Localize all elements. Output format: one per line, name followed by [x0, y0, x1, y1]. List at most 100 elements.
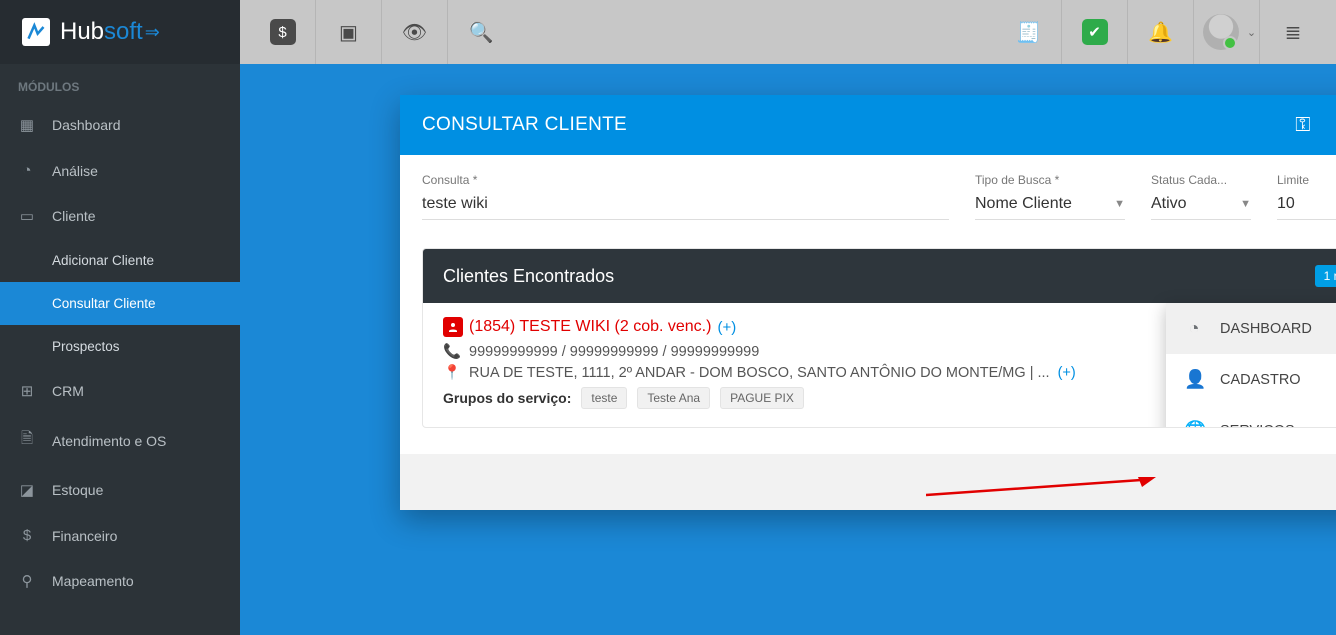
fullscreen-button[interactable]: ⛶	[1325, 114, 1336, 137]
brand-name-a: Hub	[60, 18, 104, 46]
results-header-label: Clientes Encontrados	[443, 266, 614, 287]
sidebar-item-mapeamento[interactable]: ⚲ Mapeamento	[0, 558, 240, 604]
clipboard-icon: 🗎	[18, 428, 36, 453]
context-menu-servicos[interactable]: 🌐 SERVIÇOS	[1166, 405, 1336, 428]
sidebar-subitem-prospectos[interactable]: Prospectos	[0, 325, 240, 368]
person-icon	[443, 317, 463, 337]
chevron-down-icon: ▼	[1240, 198, 1251, 210]
pdf-icon: 🧾	[1016, 20, 1041, 45]
main-area: $ ▣ 👁 🔍 🧾 ✔ 🔔 ⌄	[240, 0, 1336, 635]
person-icon: 👤	[1184, 369, 1204, 390]
sidebar-item-label: CRM	[52, 383, 84, 399]
card-icon: ▭	[18, 207, 36, 225]
sidebar-item-label: Atendimento e OS	[52, 433, 166, 449]
group-chip[interactable]: PAGUE PIX	[720, 387, 804, 409]
sidebar-item-estoque[interactable]: ◪ Estoque	[0, 467, 240, 513]
sidebar-item-label: Análise	[52, 163, 98, 179]
sidebar-item-label: Dashboard	[52, 117, 121, 133]
sidebar-item-atendimento[interactable]: 🗎 Atendimento e OS	[0, 414, 240, 467]
context-menu-label: DASHBOARD	[1220, 321, 1312, 337]
topbar-search-button[interactable]: 🔍	[448, 0, 514, 64]
pie-icon: ◔	[18, 162, 36, 179]
sidebar: Hubsoft⇒ MÓDULOS ▦ Dashboard ◔ Análise ▭…	[0, 0, 240, 635]
status-label: Status Cada...	[1151, 173, 1251, 187]
sidebar-item-label: Financeiro	[52, 528, 117, 544]
dialog-header: CONSULTAR CLIENTE ⚿ ⛶ ✕	[400, 95, 1336, 155]
topbar-terminal-button[interactable]: ▣	[316, 0, 382, 64]
sidebar-subitem-label: Adicionar Cliente	[52, 253, 154, 268]
map-icon: ⚲	[18, 572, 36, 590]
context-menu-label: CADASTRO	[1220, 372, 1301, 388]
result-address-plus[interactable]: (+)	[1058, 365, 1076, 381]
tipo-busca-label: Tipo de Busca *	[975, 173, 1125, 187]
check-icon: ✔	[1082, 19, 1108, 45]
context-menu-cadastro[interactable]: 👤 CADASTRO	[1166, 354, 1336, 405]
avatar-icon	[1203, 14, 1239, 50]
sidebar-item-label: Cliente	[52, 208, 96, 224]
topbar-avatar-button[interactable]: ⌄	[1194, 0, 1260, 64]
group-chip[interactable]: teste	[581, 387, 627, 409]
context-menu-label: SERVIÇOS	[1220, 423, 1295, 429]
results-header: Clientes Encontrados 1 resultado	[423, 249, 1336, 303]
context-menu-dashboard[interactable]: ◔ DASHBOARD	[1166, 303, 1336, 354]
sidebar-section-label: MÓDULOS	[0, 64, 240, 102]
search-icon: 🔍	[469, 20, 494, 45]
brand-name-b: soft	[104, 18, 143, 46]
sidebar-item-label: Estoque	[52, 482, 103, 498]
logo-icon	[22, 18, 50, 46]
limite-field[interactable]: Limite 10▼	[1277, 173, 1336, 220]
crm-icon: ⊞	[18, 382, 36, 400]
sidebar-item-analise[interactable]: ◔ Análise	[0, 148, 240, 193]
topbar-eye-button[interactable]: 👁	[382, 0, 448, 64]
bell-icon: 🔔	[1148, 20, 1173, 45]
tipo-busca-field[interactable]: Tipo de Busca * Nome Cliente▼	[975, 173, 1125, 220]
groups-label: Grupos do serviço:	[443, 390, 571, 406]
chevron-down-icon: ▼	[1114, 198, 1125, 210]
grid-icon: ▦	[18, 116, 36, 134]
sidebar-subitem-label: Prospectos	[52, 339, 120, 354]
result-address: RUA DE TESTE, 1111, 2º ANDAR - DOM BOSCO…	[469, 365, 1050, 381]
box-icon: ◪	[18, 481, 36, 499]
search-row: Consulta * teste wiki Tipo de Busca * No…	[422, 173, 1336, 220]
sidebar-item-cliente[interactable]: ▭ Cliente	[0, 193, 240, 239]
dialog-body: Consulta * teste wiki Tipo de Busca * No…	[400, 155, 1336, 454]
topbar-dollar-button[interactable]: $	[250, 0, 316, 64]
dollar-icon: $	[18, 527, 36, 544]
chevron-down-icon: ⌄	[1247, 26, 1256, 39]
pie-icon: ◔	[1184, 318, 1204, 339]
topbar-list-button[interactable]: ≣	[1260, 0, 1326, 64]
status-value: Ativo	[1151, 195, 1187, 213]
pin-icon: 📍	[443, 364, 461, 381]
terminal-icon: ▣	[339, 20, 358, 45]
consultar-cliente-dialog: CONSULTAR CLIENTE ⚿ ⛶ ✕ Consulta * teste…	[400, 95, 1336, 510]
result-phones: 99999999999 / 99999999999 / 99999999999	[469, 344, 759, 360]
dialog-title: CONSULTAR CLIENTE	[422, 114, 627, 136]
client-context-menu: ◔ DASHBOARD 👤 CADASTRO 🌐 SERVIÇOS	[1166, 303, 1336, 428]
topbar-check-button[interactable]: ✔	[1062, 0, 1128, 64]
brand-arrow-icon: ⇒	[145, 22, 160, 43]
consulta-value: teste wiki	[422, 195, 488, 213]
app-root: Hubsoft⇒ MÓDULOS ▦ Dashboard ◔ Análise ▭…	[0, 0, 1336, 635]
result-body: (1854) TESTE WIKI (2 cob. venc.) (+) 📞 9…	[423, 303, 1336, 427]
logo-bar[interactable]: Hubsoft⇒	[0, 0, 240, 64]
topbar: $ ▣ 👁 🔍 🧾 ✔ 🔔 ⌄	[240, 0, 1336, 64]
globe-icon: 🌐	[1184, 420, 1204, 428]
phone-icon: 📞	[443, 343, 461, 360]
topbar-notifications-button[interactable]: 🔔	[1128, 0, 1194, 64]
sidebar-item-dashboard[interactable]: ▦ Dashboard	[0, 102, 240, 148]
results-panel: Clientes Encontrados 1 resultado (1854) …	[422, 248, 1336, 428]
topbar-pdf-button[interactable]: 🧾	[996, 0, 1062, 64]
key-icon-button[interactable]: ⚿	[1281, 114, 1325, 137]
eye-icon: 👁	[402, 20, 427, 45]
group-chip[interactable]: Teste Ana	[637, 387, 710, 409]
list-icon: ≣	[1285, 20, 1302, 45]
sidebar-item-financeiro[interactable]: $ Financeiro	[0, 513, 240, 558]
consulta-field[interactable]: Consulta * teste wiki	[422, 173, 949, 220]
result-title-plus[interactable]: (+)	[717, 319, 736, 336]
status-field[interactable]: Status Cada... Ativo ▼	[1151, 173, 1251, 220]
result-title-text: (1854) TESTE WIKI (2 cob. venc.)	[469, 318, 711, 336]
sidebar-subitem-consultar-cliente[interactable]: Consultar Cliente	[0, 282, 240, 325]
sidebar-subitem-adicionar-cliente[interactable]: Adicionar Cliente	[0, 239, 240, 282]
sidebar-item-crm[interactable]: ⊞ CRM	[0, 368, 240, 414]
dollar-icon: $	[270, 19, 296, 45]
